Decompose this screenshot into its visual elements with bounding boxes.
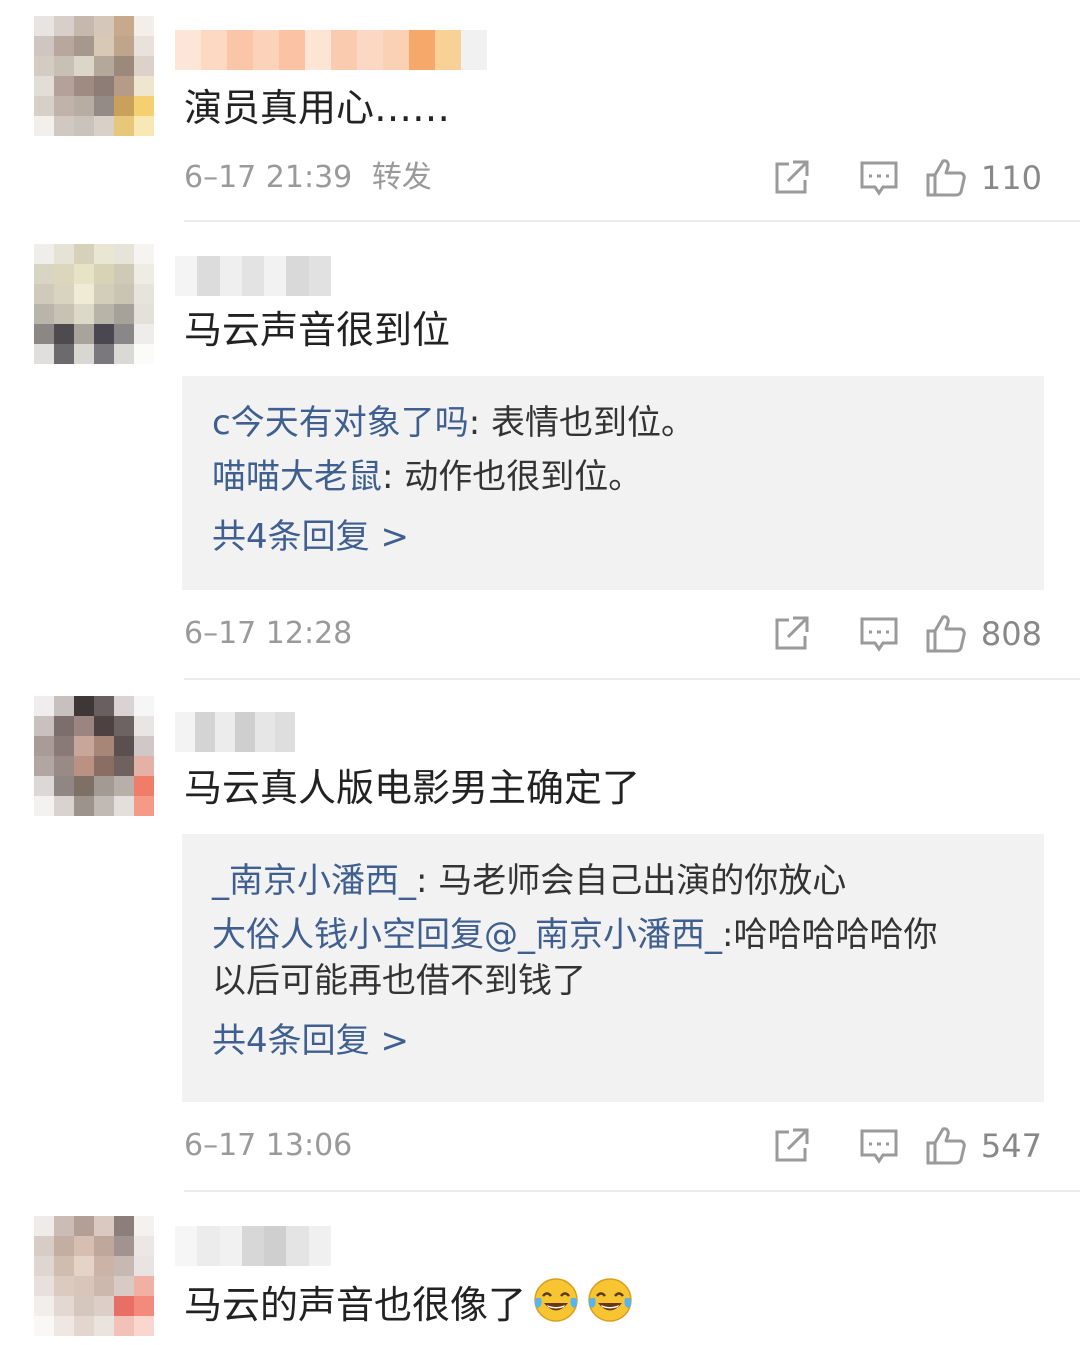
reply-username[interactable]: c今天有对象了吗 [212, 403, 469, 443]
reply-separator: : [382, 457, 405, 497]
comment-icon[interactable] [859, 158, 899, 198]
like-icon[interactable] [925, 157, 967, 199]
action-bar: 547 [771, 1124, 1042, 1168]
avatar[interactable] [34, 16, 154, 136]
reply-separator: : [468, 403, 491, 443]
comment-text: 马云真人版电影男主确定了 [184, 766, 641, 810]
reply-text: 表情也到位。 [490, 403, 695, 443]
comment-text-content: 马云的声音也很像了 [184, 1283, 527, 1327]
comment-meta: 6–17 21:39 转发 [184, 158, 432, 198]
share-icon[interactable] [771, 614, 811, 654]
avatar[interactable] [34, 244, 154, 364]
share-icon[interactable] [771, 158, 811, 198]
divider [184, 1190, 1080, 1192]
comment-icon[interactable] [859, 1126, 899, 1166]
reply-box: _南京小潘西_: 马老师会自己出演的你放心 大俗人钱小空回复@_南京小潘西_:哈… [182, 834, 1044, 1102]
reply-text: 哈哈哈哈哈你 [733, 915, 938, 955]
reply-text-continued: 以后可能再也借不到钱了 [212, 961, 586, 1001]
reply-separator: : [722, 915, 734, 955]
timestamp: 6–17 13:06 [184, 1128, 353, 1163]
reply-text: 马老师会自己出演的你放心 [438, 861, 847, 901]
comment-text: 演员真用心…… [184, 86, 451, 130]
timestamp: 6–17 12:28 [184, 616, 353, 651]
username-blurred[interactable] [175, 712, 295, 752]
comment-text: 马云的声音也很像了 [184, 1276, 634, 1329]
divider [184, 678, 1080, 680]
reply-item: 大俗人钱小空回复@_南京小潘西_:哈哈哈哈哈你 以后可能再也借不到钱了 [212, 912, 1014, 1004]
divider [184, 220, 1080, 222]
comment-1: 演员真用心…… 6–17 21:39 转发 110 [0, 0, 1080, 222]
like-count: 110 [980, 159, 1042, 197]
share-icon[interactable] [771, 1126, 811, 1166]
tears-of-joy-emoji [534, 1278, 578, 1322]
reply-username[interactable]: 喵喵大老鼠 [212, 457, 382, 497]
like-icon[interactable] [925, 613, 967, 655]
comment-meta: 6–17 12:28 [184, 614, 352, 654]
comment-meta: 6–17 13:06 [184, 1126, 352, 1166]
timestamp: 6–17 21:39 [184, 160, 353, 195]
avatar[interactable] [34, 1216, 154, 1336]
action-bar: 110 [771, 156, 1042, 200]
reply-item: 喵喵大老鼠: 动作也很到位。 [212, 454, 1014, 500]
action-bar: 808 [771, 612, 1042, 656]
comment-icon[interactable] [859, 614, 899, 654]
username-blurred[interactable] [175, 30, 487, 70]
more-replies-link[interactable]: 共4条回复 > [212, 514, 1014, 560]
reply-text: 动作也很到位。 [404, 457, 643, 497]
reply-item: _南京小潘西_: 马老师会自己出演的你放心 [212, 858, 1014, 904]
reply-username[interactable]: 大俗人钱小空回复@_南京小潘西_ [212, 915, 722, 955]
reply-separator: : [416, 861, 439, 901]
like-count: 547 [980, 1127, 1042, 1165]
more-replies-link[interactable]: 共4条回复 > [212, 1018, 1014, 1064]
comment-text: 马云声音很到位 [184, 308, 451, 352]
username-blurred[interactable] [175, 1226, 331, 1266]
like-count: 808 [980, 615, 1042, 653]
tears-of-joy-emoji [588, 1278, 632, 1322]
reply-username[interactable]: _南京小潘西_ [212, 861, 416, 901]
like-icon[interactable] [925, 1125, 967, 1167]
username-blurred[interactable] [175, 256, 331, 296]
avatar[interactable] [34, 696, 154, 816]
reply-box: c今天有对象了吗: 表情也到位。 喵喵大老鼠: 动作也很到位。 共4条回复 > [182, 376, 1044, 590]
reply-item: c今天有对象了吗: 表情也到位。 [212, 400, 1014, 446]
repost-link[interactable]: 转发 [372, 160, 432, 195]
